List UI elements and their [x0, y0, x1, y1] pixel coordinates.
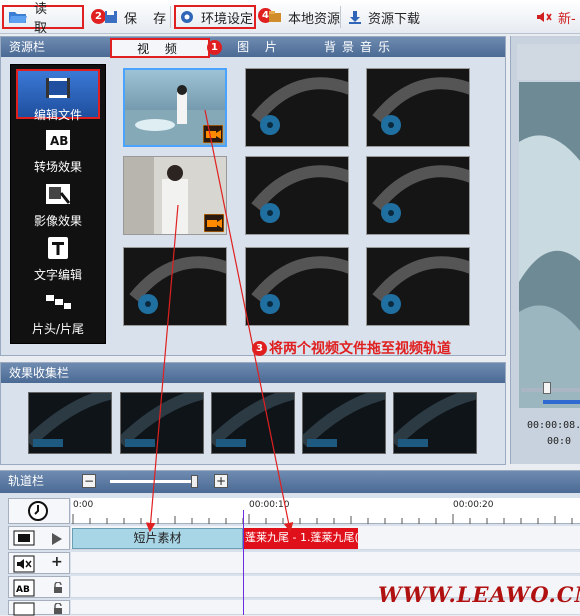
drag-arrows-overlay	[145, 109, 294, 533]
drag-arrow-2	[204, 109, 294, 533]
drag-arrow-1	[145, 204, 179, 533]
site-watermark: WWW.LEAWO.CN	[378, 582, 580, 607]
